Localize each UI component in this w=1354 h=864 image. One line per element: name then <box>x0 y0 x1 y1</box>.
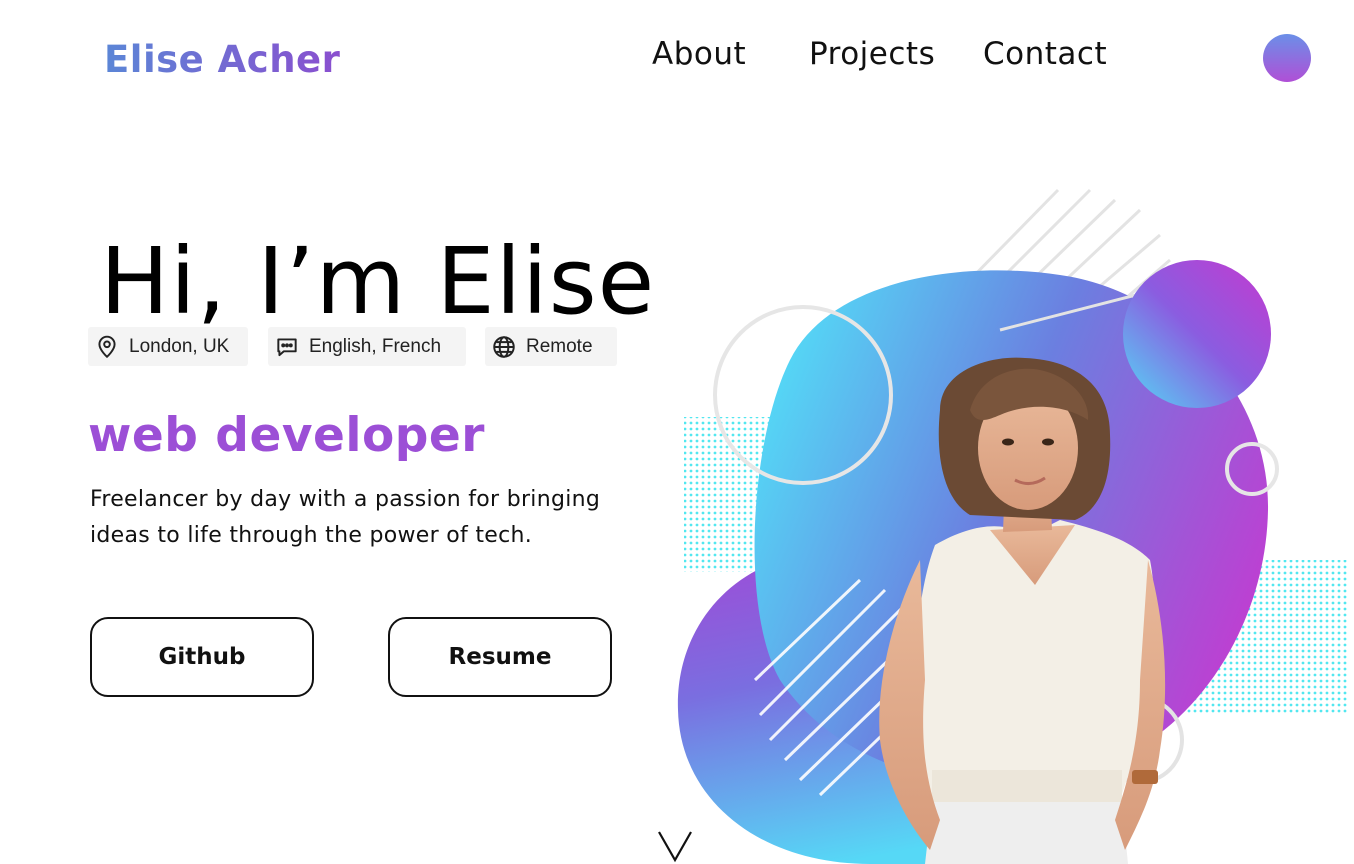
remote-chip: Remote <box>485 327 617 366</box>
location-pin-icon <box>98 335 116 358</box>
chat-bubble-icon <box>277 337 297 356</box>
hero-title: Hi, I’m Elise <box>100 228 656 335</box>
nav-contact[interactable]: Contact <box>983 36 1107 72</box>
small-blob <box>1123 260 1271 408</box>
site-logo[interactable]: Elise Acher <box>104 38 340 81</box>
hero-description: Freelancer by day with a passion for bri… <box>90 487 601 548</box>
globe-icon <box>493 335 515 358</box>
role-heading: web developer <box>88 408 485 463</box>
location-label: London, UK <box>129 335 230 357</box>
remote-label: Remote <box>526 335 593 357</box>
nav-about[interactable]: About <box>652 36 746 72</box>
theme-toggle-button[interactable] <box>1263 34 1311 82</box>
resume-button[interactable]: Resume <box>388 617 612 697</box>
github-button[interactable]: Github <box>90 617 314 697</box>
hero-illustration <box>677 188 1348 864</box>
location-chip: London, UK <box>88 327 248 366</box>
language-chip: English, French <box>268 327 466 366</box>
portfolio-page: Elise Acher About Projects Contact Hi, I… <box>0 0 1354 864</box>
nav-projects[interactable]: Projects <box>809 36 935 72</box>
language-label: English, French <box>309 335 442 357</box>
